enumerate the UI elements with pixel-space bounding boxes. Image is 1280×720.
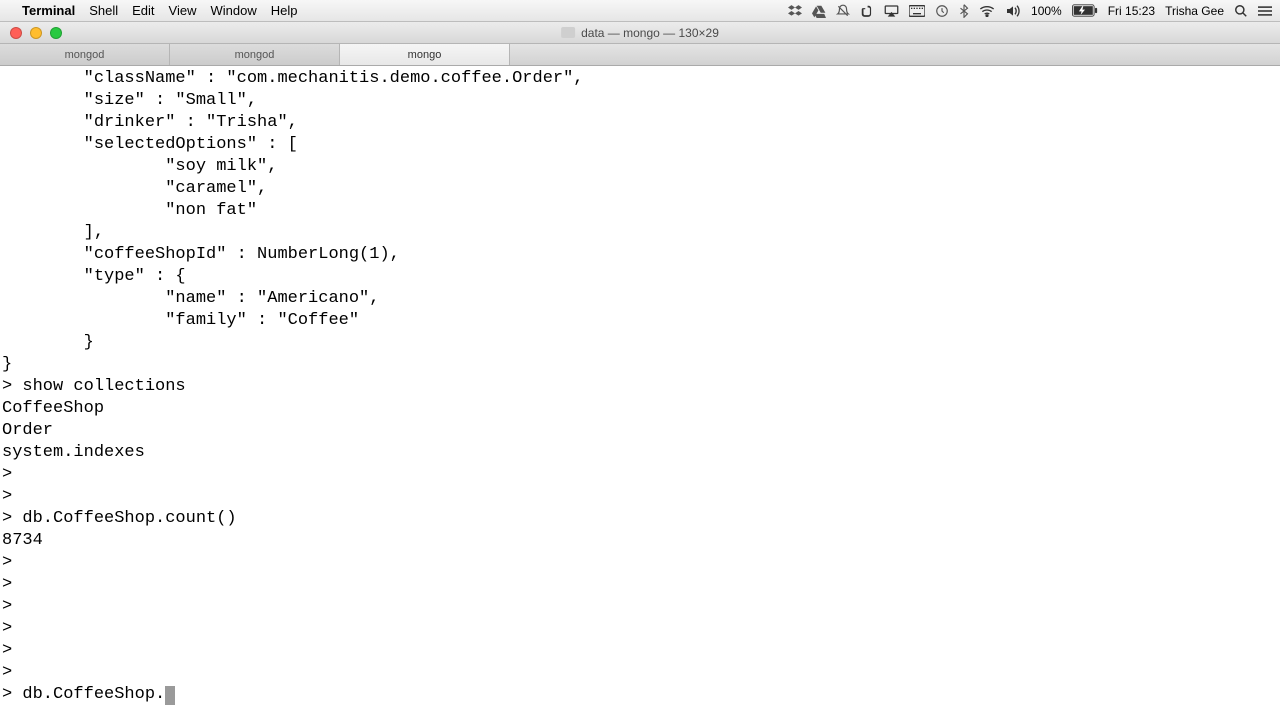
- terminal-line: "non fat": [2, 200, 1278, 222]
- tab-label: mongod: [235, 49, 275, 61]
- notification-center-icon[interactable]: [1258, 5, 1272, 17]
- terminal-line: system.indexes: [2, 442, 1278, 464]
- terminal-line: >: [2, 486, 1278, 508]
- terminal-line: "size" : "Small",: [2, 90, 1278, 112]
- terminal-tab-0[interactable]: mongod: [0, 44, 170, 65]
- menu-window[interactable]: Window: [211, 3, 257, 18]
- terminal-line: "family" : "Coffee": [2, 310, 1278, 332]
- close-window-button[interactable]: [10, 27, 22, 39]
- menu-shell[interactable]: Shell: [89, 3, 118, 18]
- menu-help[interactable]: Help: [271, 3, 298, 18]
- keyboard-icon[interactable]: [909, 5, 925, 17]
- dropbox-icon[interactable]: [788, 4, 802, 18]
- terminal-line: CoffeeShop: [2, 398, 1278, 420]
- terminal-output[interactable]: "className" : "com.mechanitis.demo.coffe…: [0, 66, 1280, 720]
- window-title-text: data — mongo — 130×29: [581, 26, 719, 40]
- zoom-window-button[interactable]: [50, 27, 62, 39]
- volume-icon[interactable]: [1005, 4, 1021, 18]
- airplay-icon[interactable]: [884, 4, 899, 18]
- battery-icon[interactable]: [1072, 4, 1098, 17]
- terminal-line: "name" : "Americano",: [2, 288, 1278, 310]
- menubar-user[interactable]: Trisha Gee: [1165, 4, 1224, 18]
- terminal-line: "coffeeShopId" : NumberLong(1),: [2, 244, 1278, 266]
- terminal-tab-1[interactable]: mongod: [170, 44, 340, 65]
- terminal-line: >: [2, 618, 1278, 640]
- gdrive-icon[interactable]: [812, 4, 826, 18]
- traffic-lights: [0, 27, 62, 39]
- spotlight-icon[interactable]: [1234, 4, 1248, 18]
- terminal-line: >: [2, 596, 1278, 618]
- terminal-line: >: [2, 552, 1278, 574]
- terminal-line: >: [2, 640, 1278, 662]
- terminal-tabbar: mongod mongod mongo: [0, 44, 1280, 66]
- window-title: data — mongo — 130×29: [561, 26, 719, 40]
- menubar-left: Terminal Shell Edit View Window Help: [8, 3, 298, 18]
- terminal-line: "type" : {: [2, 266, 1278, 288]
- terminal-line: > show collections: [2, 376, 1278, 398]
- terminal-line: >: [2, 574, 1278, 596]
- terminal-line: "soy milk",: [2, 156, 1278, 178]
- terminal-line: >: [2, 662, 1278, 684]
- terminal-line: }: [2, 354, 1278, 376]
- minimize-window-button[interactable]: [30, 27, 42, 39]
- menu-edit[interactable]: Edit: [132, 3, 154, 18]
- app-name[interactable]: Terminal: [22, 3, 75, 18]
- tab-label: mongo: [408, 49, 442, 61]
- menu-view[interactable]: View: [169, 3, 197, 18]
- wifi-icon[interactable]: [979, 5, 995, 17]
- battery-percent: 100%: [1031, 4, 1062, 18]
- terminal-line: "selectedOptions" : [: [2, 134, 1278, 156]
- terminal-cursor: [165, 686, 175, 705]
- menubar-right: 100% Fri 15:23 Trisha Gee: [788, 4, 1272, 18]
- window-titlebar: data — mongo — 130×29: [0, 22, 1280, 44]
- macos-menubar: Terminal Shell Edit View Window Help: [0, 0, 1280, 22]
- terminal-line: >: [2, 464, 1278, 486]
- terminal-line: }: [2, 332, 1278, 354]
- terminal-line: > db.CoffeeShop.count(): [2, 508, 1278, 530]
- bluetooth-icon[interactable]: [959, 4, 969, 18]
- terminal-current-input: > db.CoffeeShop.: [2, 685, 165, 704]
- terminal-line: 8734: [2, 530, 1278, 552]
- terminal-prompt-line[interactable]: > db.CoffeeShop.: [2, 684, 1278, 706]
- timemachine-icon[interactable]: [935, 4, 949, 18]
- evernote-icon[interactable]: [860, 4, 874, 18]
- terminal-line: ],: [2, 222, 1278, 244]
- terminal-tab-2[interactable]: mongo: [340, 44, 510, 65]
- terminal-line: "caramel",: [2, 178, 1278, 200]
- menubar-clock[interactable]: Fri 15:23: [1108, 4, 1155, 18]
- folder-icon: [561, 27, 575, 38]
- terminal-line: Order: [2, 420, 1278, 442]
- notifications-off-icon[interactable]: [836, 4, 850, 18]
- terminal-line: "className" : "com.mechanitis.demo.coffe…: [2, 68, 1278, 90]
- tab-label: mongod: [65, 49, 105, 61]
- terminal-line: "drinker" : "Trisha",: [2, 112, 1278, 134]
